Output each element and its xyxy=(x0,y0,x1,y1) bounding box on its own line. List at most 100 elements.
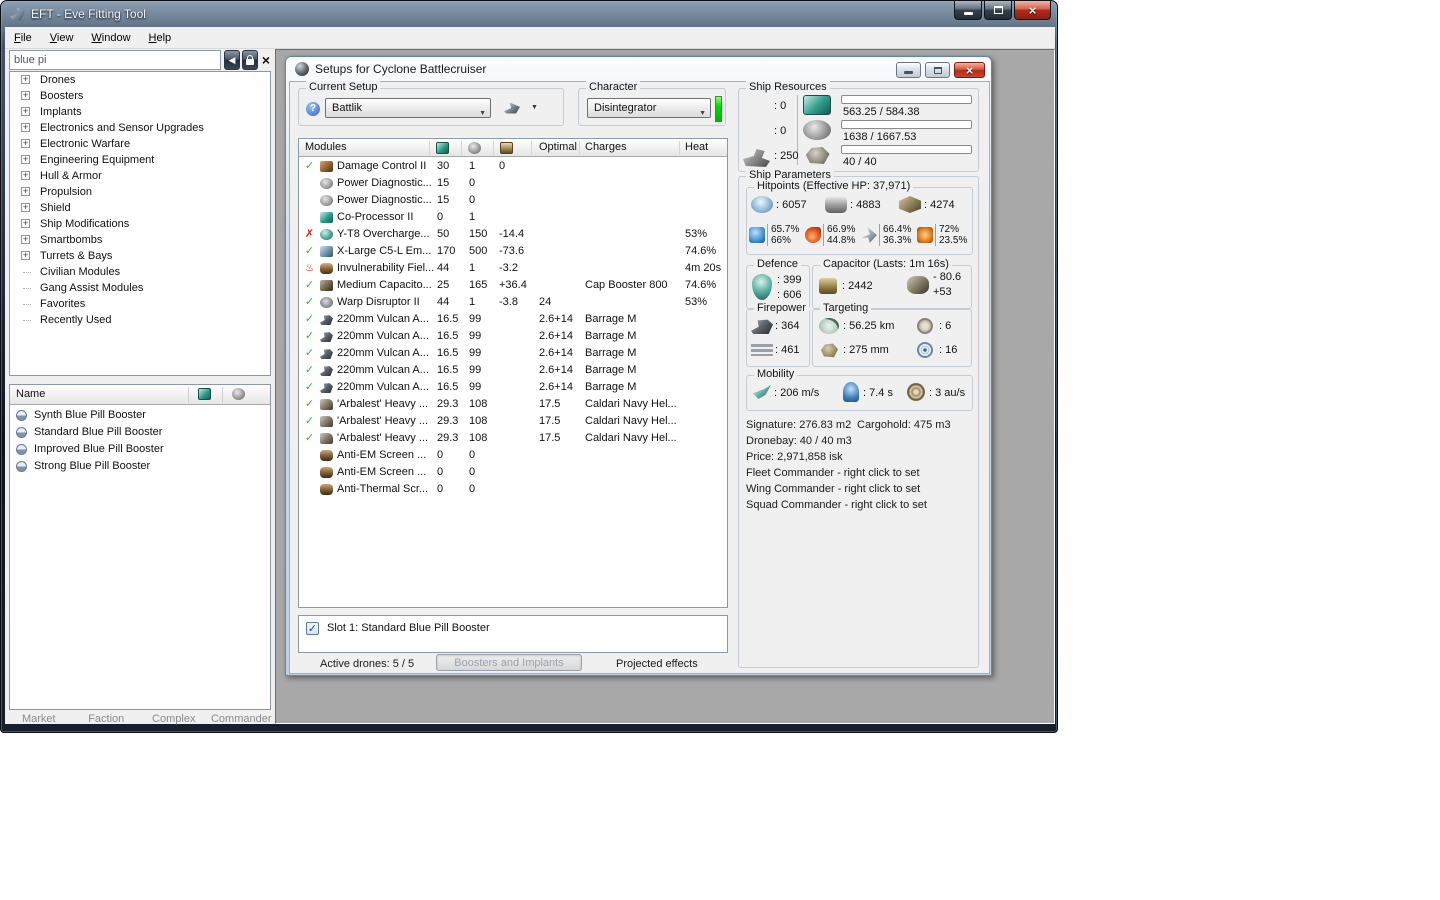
tree-expander-icon[interactable]: + xyxy=(21,235,30,244)
minimize-button[interactable] xyxy=(954,1,982,20)
search-lock-button[interactable] xyxy=(242,50,258,70)
powergrid-column-icon[interactable] xyxy=(232,388,245,400)
tree-leaf-dash xyxy=(23,320,31,321)
tree-item-implants[interactable]: + Implants xyxy=(10,104,270,120)
tree-expander-icon[interactable]: + xyxy=(21,219,30,228)
tree-expander-icon[interactable]: + xyxy=(21,139,30,148)
tree-expander-icon[interactable]: + xyxy=(21,91,30,100)
tree-item-electronic-warfare[interactable]: + Electronic Warfare xyxy=(10,136,270,152)
tab-faction[interactable]: Faction xyxy=(73,713,141,727)
ship-browser-button[interactable] xyxy=(499,98,525,118)
window-title: EFT - Eve Fitting Tool xyxy=(31,7,146,21)
tree-expander-icon[interactable]: + xyxy=(21,155,30,164)
tab-commander[interactable]: Commander xyxy=(208,713,276,727)
tree-item-recently-used[interactable]: Recently Used xyxy=(10,312,270,328)
tab-boosters-and-implants[interactable]: Boosters and Implants xyxy=(436,654,582,671)
module-row[interactable]: ✓ 'Arbalest' Heavy ... 29.3 108 17.5 Caldari … xyxy=(299,413,727,430)
module-row[interactable]: Co-Processor II 0 1 xyxy=(299,209,727,226)
name-column-header[interactable]: Name xyxy=(16,388,45,400)
booster-slot-checkbox[interactable]: ✓ xyxy=(306,622,319,635)
maximize-button[interactable] xyxy=(984,1,1012,20)
results-header[interactable]: Name xyxy=(10,385,270,405)
module-row[interactable]: ✓ Medium Capacito... 25 165 +36.4 Cap Booster… xyxy=(299,277,727,294)
module-row[interactable]: ✓ X-Large C5-L Em... 170 500 -73.6 74.6% xyxy=(299,243,727,260)
module-row[interactable]: Anti-EM Screen ... 0 0 xyxy=(299,464,727,481)
cpu-column-icon[interactable] xyxy=(198,388,211,400)
list-item-improved-blue-pill-booster[interactable]: Improved Blue Pill Booster xyxy=(10,441,270,458)
character-select[interactable]: Disintegrator ▼ xyxy=(587,98,711,118)
tree-item-gang-assist-modules[interactable]: Gang Assist Modules xyxy=(10,280,270,296)
ok-status-icon: ✓ xyxy=(304,364,315,376)
module-row[interactable]: ✓ 220mm Vulcan A... 16.5 99 2.6+14 Barrage M xyxy=(299,379,727,396)
setup-restore-button[interactable] xyxy=(925,62,950,78)
powergrid-column-icon[interactable] xyxy=(468,142,481,154)
tab-complex[interactable]: Complex xyxy=(140,713,208,727)
module-row[interactable]: ✓ 'Arbalest' Heavy ... 29.3 108 17.5 Caldari … xyxy=(299,396,727,413)
tree-expander-icon[interactable]: + xyxy=(21,107,30,116)
tree-item-drones[interactable]: + Drones xyxy=(10,72,270,88)
list-item-standard-blue-pill-booster[interactable]: Standard Blue Pill Booster xyxy=(10,424,270,441)
thermal-shield-resist: 66.9% xyxy=(827,224,856,235)
firepower-group: Firepower : 364 : 461 xyxy=(746,302,810,367)
tab-active-drones[interactable]: Active drones: 5 / 5 xyxy=(320,658,414,670)
tree-item-favorites[interactable]: Favorites xyxy=(10,296,270,312)
setup-close-button[interactable]: × xyxy=(954,62,985,78)
search-input[interactable] xyxy=(9,50,221,70)
modules-table-header[interactable]: Modules Optimal Charges Heat xyxy=(299,139,727,157)
module-row[interactable]: Power Diagnostic... 15 0 xyxy=(299,192,727,209)
module-row[interactable]: Anti-EM Screen ... 0 0 xyxy=(299,447,727,464)
module-row[interactable]: Power Diagnostic... 15 0 xyxy=(299,175,727,192)
help-icon[interactable]: ? xyxy=(306,102,320,116)
close-button[interactable]: × xyxy=(1014,1,1051,20)
module-row[interactable]: ♨ Invulnerability Fiel... 44 1 -3.2 4m 20s xyxy=(299,260,727,277)
menu-file[interactable]: File xyxy=(5,29,41,47)
tree-expander-icon[interactable]: + xyxy=(21,171,30,180)
tree-item-turrets-bays[interactable]: + Turrets & Bays xyxy=(10,248,270,264)
tree-expander-icon[interactable]: + xyxy=(21,123,30,132)
tree-item-ship-modifications[interactable]: + Ship Modifications xyxy=(10,216,270,232)
module-row[interactable]: ✓ 220mm Vulcan A... 16.5 99 2.6+14 Barrage M xyxy=(299,328,727,345)
list-item-strong-blue-pill-booster[interactable]: Strong Blue Pill Booster xyxy=(10,458,270,475)
titlebar[interactable]: EFT - Eve Fitting Tool × xyxy=(1,1,1057,27)
tree-item-civilian-modules[interactable]: Civilian Modules xyxy=(10,264,270,280)
tree-expander-icon[interactable]: + xyxy=(21,251,30,260)
capacitor-column-icon[interactable] xyxy=(500,142,513,154)
module-row[interactable]: ✓ Damage Control II 30 1 0 xyxy=(299,158,727,175)
setup-titlebar[interactable]: Setups for Cyclone Battlecruiser × xyxy=(286,57,991,81)
menu-help[interactable]: Help xyxy=(140,29,181,47)
module-row[interactable]: Anti-Thermal Scr... 0 0 xyxy=(299,481,727,498)
module-row[interactable]: ✓ Warp Disruptor II 44 1 -3.8 24 53% xyxy=(299,294,727,311)
module-row[interactable]: ✓ 'Arbalest' Heavy ... 29.3 108 17.5 Caldari … xyxy=(299,430,727,447)
tree-item-engineering-equipment[interactable]: + Engineering Equipment xyxy=(10,152,270,168)
optimal-column-header[interactable]: Optimal xyxy=(539,141,577,153)
setup-select[interactable]: Battlik ▼ xyxy=(325,98,491,118)
menu-view[interactable]: View xyxy=(41,29,83,47)
tab-market[interactable]: Market xyxy=(5,713,73,727)
search-clear-button[interactable]: × xyxy=(259,50,273,70)
module-row[interactable]: ✗ Y-T8 Overcharge... 50 150 -14.4 53% xyxy=(299,226,727,243)
cpu-column-icon[interactable] xyxy=(436,142,449,154)
tree-item-boosters[interactable]: + Boosters xyxy=(10,88,270,104)
tree-expander-icon[interactable]: + xyxy=(21,203,30,212)
search-back-button[interactable]: ◀ xyxy=(224,50,240,70)
modules-column-header[interactable]: Modules xyxy=(305,141,347,153)
module-row[interactable]: ✓ 220mm Vulcan A... 16.5 99 2.6+14 Barrage M xyxy=(299,345,727,362)
menu-window[interactable]: Window xyxy=(82,29,139,47)
tree-expander-icon[interactable]: + xyxy=(21,187,30,196)
tree-expander-icon[interactable]: + xyxy=(21,75,30,84)
module-row[interactable]: ✓ 220mm Vulcan A... 16.5 99 2.6+14 Barrage M xyxy=(299,362,727,379)
list-item-synth-blue-pill-booster[interactable]: Synth Blue Pill Booster xyxy=(10,407,270,424)
module-powergrid: 150 xyxy=(469,228,488,240)
module-row[interactable]: ✓ 220mm Vulcan A... 16.5 99 2.6+14 Barrage M xyxy=(299,311,727,328)
tab-projected-effects[interactable]: Projected effects xyxy=(616,658,698,670)
setup-minimize-button[interactable] xyxy=(896,62,921,78)
tree-item-smartbombs[interactable]: + Smartbombs xyxy=(10,232,270,248)
heat-column-header[interactable]: Heat xyxy=(685,141,708,153)
tree-item-propulsion[interactable]: + Propulsion xyxy=(10,184,270,200)
tree-item-hull-armor[interactable]: + Hull & Armor xyxy=(10,168,270,184)
firepower-label: Firepower xyxy=(754,302,809,314)
tree-item-shield[interactable]: + Shield xyxy=(10,200,270,216)
charges-column-header[interactable]: Charges xyxy=(585,141,627,153)
tree-item-electronics-and-sensor-upgrades[interactable]: + Electronics and Sensor Upgrades xyxy=(10,120,270,136)
chevron-down-icon[interactable]: ▼ xyxy=(531,104,538,111)
